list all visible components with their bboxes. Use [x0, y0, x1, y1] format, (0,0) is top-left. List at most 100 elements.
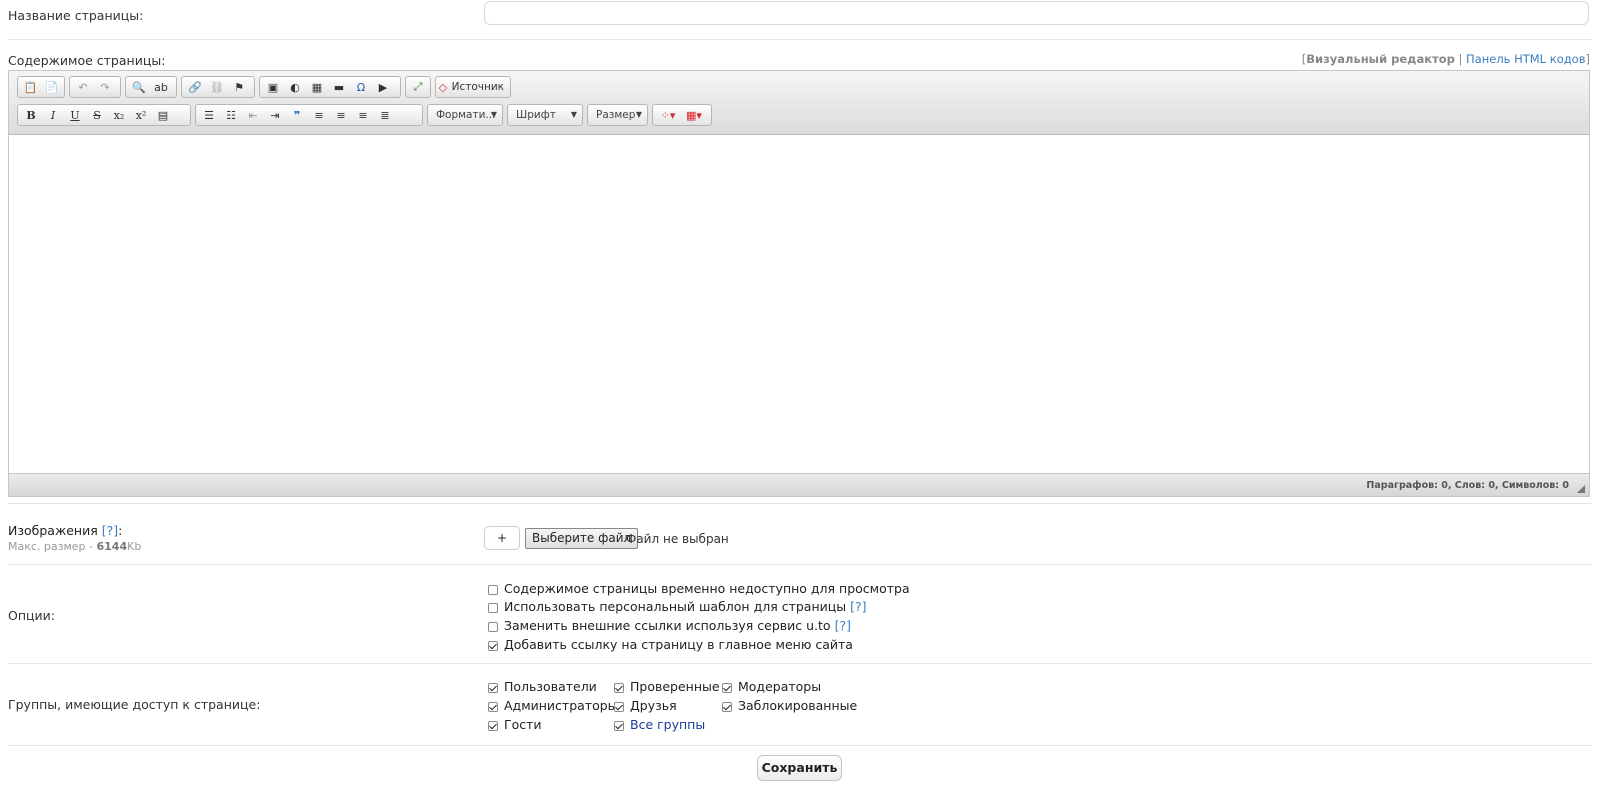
- max-size-prefix: Макс. размер -: [8, 540, 97, 553]
- no-file-label: Файл не выбран: [626, 532, 729, 546]
- group-item[interactable]: Проверенные: [614, 679, 720, 694]
- image-icon[interactable]: ▣: [262, 78, 284, 96]
- remove-format-icon[interactable]: ▤: [152, 106, 174, 124]
- maximize-icon[interactable]: ⤢: [408, 78, 428, 96]
- outdent-icon[interactable]: ⇤: [242, 106, 264, 124]
- undo-icon[interactable]: ↶: [72, 78, 94, 96]
- page-name-input[interactable]: [484, 1, 1589, 25]
- redo-icon[interactable]: ↷: [94, 78, 116, 96]
- underline-icon[interactable]: U: [64, 106, 86, 124]
- table-grid-icon[interactable]: ▦▾: [681, 106, 707, 124]
- option-item[interactable]: Использовать персональный шаблон для стр…: [488, 599, 867, 614]
- special-char-icon[interactable]: Ω: [350, 78, 372, 96]
- images-label-colon: :: [118, 523, 123, 538]
- numbered-list-icon[interactable]: ☰: [198, 106, 220, 124]
- group-item[interactable]: Гости: [488, 717, 542, 732]
- option-checkbox[interactable]: [488, 602, 498, 613]
- align-justify-icon[interactable]: ≣: [374, 106, 396, 124]
- find-icon[interactable]: 🔍: [128, 78, 150, 96]
- chevron-down-icon: ▼: [490, 110, 497, 119]
- rich-text-editor: 📋 📄 ↶ ↷ 🔍 ab 🔗 ⛓ ⚑ ▣ ◐ ▦ ▬ Ω ▶ ⤢ ◇ Источ…: [8, 70, 1590, 497]
- size-dropdown-label: Размер: [596, 109, 636, 121]
- save-button[interactable]: Сохранить: [757, 755, 842, 781]
- youtube-icon[interactable]: ▶: [372, 78, 394, 96]
- divider: [8, 745, 1592, 746]
- images-label: Изображения [?]:: [8, 523, 122, 538]
- switch-separator: |: [1454, 52, 1467, 66]
- group-item[interactable]: Пользователи: [488, 679, 597, 694]
- superscript-icon[interactable]: x²: [130, 106, 152, 124]
- paste-word-icon[interactable]: 📄: [41, 78, 62, 96]
- visual-editor-link[interactable]: Визуальный редактор: [1306, 52, 1455, 66]
- option-checkbox[interactable]: [488, 621, 498, 632]
- editor-switch: [Визуальный редактор | Панель HTML кодов…: [1302, 52, 1590, 66]
- table-icon[interactable]: ▦: [306, 78, 328, 96]
- divider: [8, 663, 1592, 664]
- font-dropdown[interactable]: Шрифт ▼: [507, 104, 583, 126]
- images-help-link[interactable]: [?]: [102, 523, 118, 538]
- option-checkbox[interactable]: [488, 584, 498, 595]
- align-center-icon[interactable]: ≡: [330, 106, 352, 124]
- html-panel-link[interactable]: Панель HTML кодов: [1466, 52, 1585, 66]
- link-icon[interactable]: 🔗: [184, 78, 206, 96]
- editor-content-area[interactable]: [9, 135, 1589, 475]
- group-checkbox[interactable]: [722, 701, 732, 712]
- strike-icon[interactable]: S: [86, 106, 108, 124]
- option-checkbox[interactable]: [488, 640, 498, 651]
- italic-icon[interactable]: I: [42, 106, 64, 124]
- option-item[interactable]: Добавить ссылку на страницу в главное ме…: [488, 637, 853, 652]
- max-size-value: 6144: [96, 540, 128, 553]
- choose-file-button[interactable]: Выберите файл: [525, 528, 639, 549]
- group-item[interactable]: Администраторы: [488, 698, 618, 713]
- paste-text-icon[interactable]: 📋: [20, 78, 41, 96]
- option-help-link[interactable]: [?]: [835, 618, 851, 633]
- unlink-icon[interactable]: ⛓: [206, 78, 228, 96]
- chevron-down-icon: ▼: [570, 110, 577, 119]
- group-checkbox[interactable]: [614, 720, 624, 731]
- format-dropdown[interactable]: Формати... ▼: [427, 104, 503, 126]
- toolbar-group-paragraph: ☰ ☷ ⇤ ⇥ ❞ ≡ ≡ ≡ ≣: [195, 104, 423, 126]
- group-text: Гости: [504, 717, 542, 732]
- size-dropdown[interactable]: Размер ▼: [587, 104, 648, 126]
- chevron-down-icon: ▼: [635, 110, 642, 119]
- option-item[interactable]: Заменить внешние ссылки используя сервис…: [488, 618, 851, 633]
- options-label: Опции:: [8, 608, 55, 623]
- group-checkbox[interactable]: [488, 701, 498, 712]
- page-name-label: Название страницы:: [8, 8, 144, 23]
- bold-icon[interactable]: B: [20, 106, 42, 124]
- group-item[interactable]: Заблокированные: [722, 698, 857, 713]
- subscript-icon[interactable]: x₂: [108, 106, 130, 124]
- align-left-icon[interactable]: ≡: [308, 106, 330, 124]
- option-text: Использовать персональный шаблон для стр…: [504, 599, 847, 614]
- option-help-link[interactable]: [?]: [850, 599, 866, 614]
- toolbar-group-find: 🔍 ab: [125, 76, 177, 98]
- align-right-icon[interactable]: ≡: [352, 106, 374, 124]
- option-item[interactable]: Содержимое страницы временно недоступно …: [488, 581, 910, 596]
- group-checkbox[interactable]: [488, 682, 498, 693]
- indent-icon[interactable]: ⇥: [264, 106, 286, 124]
- source-button[interactable]: ◇ Источник: [435, 76, 511, 98]
- divider: [8, 39, 1592, 40]
- source-label: Источник: [451, 81, 504, 93]
- group-text: Администраторы: [504, 698, 618, 713]
- group-checkbox[interactable]: [614, 682, 624, 693]
- group-checkbox[interactable]: [722, 682, 732, 693]
- option-text: Заменить внешние ссылки используя сервис…: [504, 618, 831, 633]
- images-label-text: Изображения: [8, 523, 98, 538]
- group-item[interactable]: Модераторы: [722, 679, 821, 694]
- group-checkbox[interactable]: [614, 701, 624, 712]
- group-text: Друзья: [630, 698, 677, 713]
- bulleted-list-icon[interactable]: ☷: [220, 106, 242, 124]
- flash-icon[interactable]: ◐: [284, 78, 306, 96]
- group-text: Заблокированные: [738, 698, 858, 713]
- blockquote-icon[interactable]: ❞: [286, 106, 308, 124]
- all-groups-item[interactable]: Все группы: [614, 717, 705, 732]
- anchor-icon[interactable]: ⚑: [228, 78, 250, 96]
- group-item[interactable]: Друзья: [614, 698, 677, 713]
- text-color-icon[interactable]: ⁘▾: [655, 106, 681, 124]
- resize-grip-icon[interactable]: [1577, 485, 1585, 493]
- group-checkbox[interactable]: [488, 720, 498, 731]
- add-image-button[interactable]: +: [484, 526, 520, 550]
- replace-icon[interactable]: ab: [150, 78, 172, 96]
- horizontal-line-icon[interactable]: ▬: [328, 78, 350, 96]
